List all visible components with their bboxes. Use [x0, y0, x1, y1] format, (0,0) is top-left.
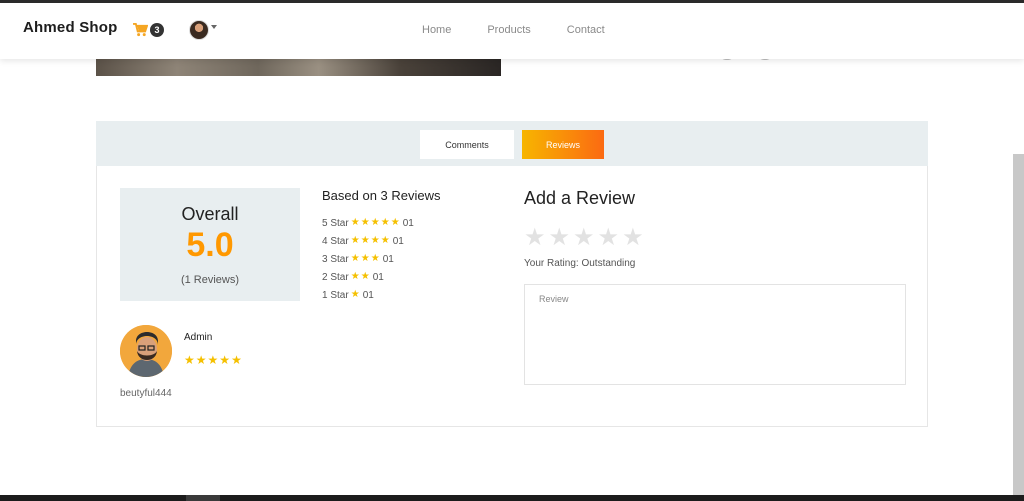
tab-reviews[interactable]: Reviews [522, 130, 604, 159]
rating-row-stars: ★ ★ ★ ★ [351, 236, 391, 246]
star-icon: ★ [390, 217, 400, 228]
review-text: beutyful444 [120, 388, 172, 399]
cart-button[interactable]: 3 [133, 23, 164, 37]
scrollbar-thumb[interactable] [1013, 154, 1024, 495]
rating-row-count: 01 [362, 289, 374, 301]
reviewer-rating: ★ ★ ★ ★ ★ [184, 354, 243, 366]
overall-label: Overall [181, 204, 239, 224]
rating-star-5[interactable]: ★ [622, 226, 644, 250]
nav-link-home[interactable]: Home [422, 24, 451, 36]
star-icon: ★ [380, 235, 390, 246]
star-icon: ★ [370, 217, 380, 228]
rating-input[interactable]: ★ ★ ★ ★ ★ [524, 226, 647, 250]
tab-bar: Comments Reviews [96, 121, 928, 166]
star-icon: ★ [360, 217, 370, 228]
reviews-panel: Overall 5.0 (1 Reviews) Based on 3 Revie… [96, 166, 928, 427]
rating-row: 2 Star ★ ★ 01 [322, 268, 414, 286]
rating-status: Your Rating: Outstanding [524, 258, 636, 269]
rating-star-3[interactable]: ★ [573, 226, 595, 250]
star-icon: ★ [350, 289, 360, 300]
star-icon: ★ [350, 217, 360, 228]
rating-row-count: 01 [392, 235, 404, 247]
rating-star-1[interactable]: ★ [524, 226, 546, 250]
star-icon: ★ [360, 271, 370, 282]
star-icon: ★ [360, 253, 370, 264]
add-review-title: Add a Review [524, 188, 636, 208]
reviews-summary-title: Based on 3 Reviews [322, 188, 441, 203]
nav-link-products[interactable]: Products [487, 24, 530, 36]
star-icon: ★ [350, 271, 360, 282]
reviewer-name: Admin [184, 332, 213, 343]
brand-logo[interactable]: Ahmed Shop [23, 19, 118, 36]
star-icon: ★ [370, 235, 380, 246]
rating-distribution: 5 Star ★ ★ ★ ★ ★ 01 4 Star ★ ★ ★ ★ 01 3 Star ★ ★ ★ 01 2 St… [322, 214, 414, 304]
rating-row-label: 2 Star [322, 271, 349, 283]
product-image [96, 59, 501, 76]
rating-star-2[interactable]: ★ [549, 226, 571, 250]
taskbar-item[interactable] [186, 495, 220, 501]
rating-row-stars: ★ ★ [351, 272, 371, 282]
star-icon: ★ [370, 253, 380, 264]
cart-icon [133, 23, 148, 37]
rating-row-stars: ★ ★ ★ ★ ★ [351, 218, 401, 228]
reviewer-avatar [120, 325, 172, 377]
rating-row-label: 1 Star [322, 289, 349, 301]
cart-count-badge: 3 [150, 23, 164, 37]
page: Ahmed Shop 3 Home Products Contact Comme… [0, 0, 1024, 501]
star-icon: ★ [231, 353, 242, 367]
rating-row: 4 Star ★ ★ ★ ★ 01 [322, 232, 414, 250]
overall-rating-box: Overall 5.0 (1 Reviews) [120, 188, 300, 301]
rating-row: 5 Star ★ ★ ★ ★ ★ 01 [322, 214, 414, 232]
rating-row: 3 Star ★ ★ ★ 01 [322, 250, 414, 268]
tab-comments[interactable]: Comments [420, 130, 514, 159]
star-icon: ★ [195, 353, 207, 367]
rating-row-label: 4 Star [322, 235, 349, 247]
rating-row-count: 01 [372, 271, 384, 283]
star-icon: ★ [350, 253, 360, 264]
rating-row-count: 01 [402, 217, 414, 229]
reviewer-photo [120, 325, 172, 377]
star-icon: ★ [380, 217, 390, 228]
star-icon: ★ [360, 235, 370, 246]
star-icon: ★ [184, 353, 195, 367]
user-avatar[interactable] [189, 20, 209, 40]
star-icon: ★ [219, 353, 231, 367]
rating-row-count: 01 [382, 253, 394, 265]
rating-row-label: 5 Star [322, 217, 349, 229]
review-textarea[interactable] [524, 284, 906, 385]
taskbar [0, 495, 1024, 501]
rating-row-stars: ★ [351, 290, 361, 300]
rating-row-stars: ★ ★ ★ [351, 254, 381, 264]
navbar: Ahmed Shop 3 Home Products Contact [0, 3, 1024, 59]
rating-row: 1 Star ★ 01 [322, 286, 414, 304]
overall-score: 5.0 [186, 226, 234, 264]
nav-link-contact[interactable]: Contact [567, 24, 605, 36]
rating-star-4[interactable]: ★ [598, 226, 620, 250]
chevron-down-icon[interactable] [211, 25, 217, 29]
nav-links: Home Products Contact [422, 24, 641, 36]
star-icon: ★ [350, 235, 360, 246]
rating-row-label: 3 Star [322, 253, 349, 265]
star-icon: ★ [207, 353, 219, 367]
overall-review-count: (1 Reviews) [180, 274, 240, 286]
